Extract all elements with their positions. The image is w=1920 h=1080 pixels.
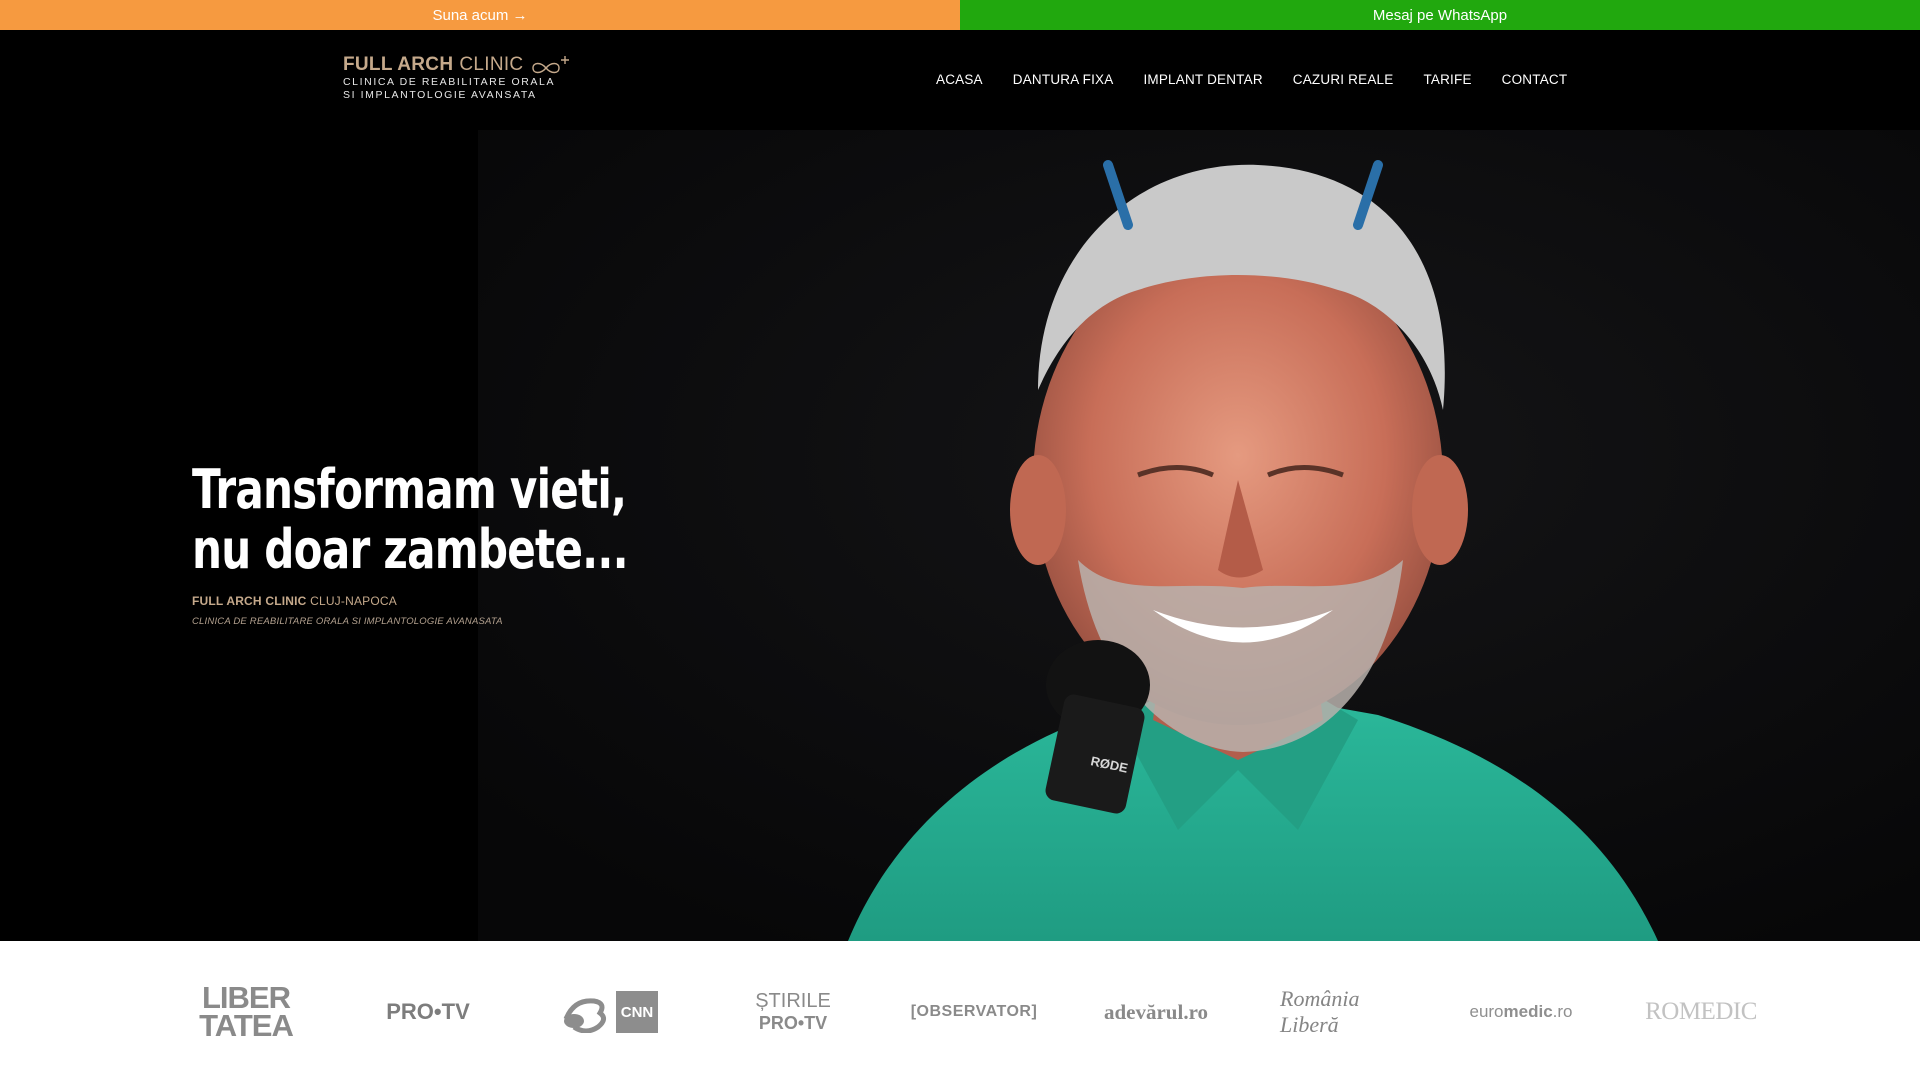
stirile-line2: PRO•TV — [758, 1013, 828, 1033]
hero-title-line2: nu doar zambete... — [192, 518, 629, 581]
romania-libera-logo: România Liberă — [1280, 986, 1360, 1037]
hero-title-line1: Transformam vieti, — [192, 458, 627, 521]
infinity-plus-icon — [532, 56, 570, 74]
romedic-logo: ROMEDIC — [1645, 998, 1757, 1025]
site-header: FULL ARCH CLINIC CLINICA DE REABILITARE … — [0, 30, 1920, 130]
euromedic-logo: euro medic .ro — [1462, 981, 1580, 1043]
nav-tarife[interactable]: TARIFE — [1423, 68, 1471, 92]
press-logos-strip: LIBER TATEA PRO•TV CNN ȘTIRILE PRO•TV [O… — [0, 941, 1920, 1080]
hero-section: RØDE Transformam vieti, nu doar zambete.… — [0, 130, 1920, 941]
clinic-logo[interactable]: FULL ARCH CLINIC CLINICA DE REABILITARE … — [343, 54, 583, 110]
libertatea-logo: LIBER TATEA — [199, 981, 294, 1043]
stirile-line1: ȘTIRILE — [755, 990, 831, 1012]
observator-logo: [OBSERVATOR] — [910, 1003, 1038, 1020]
protv-logo: PRO•TV — [386, 999, 470, 1024]
nav-contact[interactable]: CONTACT — [1502, 68, 1568, 92]
antena3-icon — [563, 998, 606, 1033]
call-now-button[interactable]: Suna acum → — [0, 0, 960, 30]
euromedic-suffix: .ro — [1552, 1002, 1573, 1021]
antena3-cnn-logo: CNN — [553, 981, 665, 1043]
logo-tagline-1: CLINICA DE REABILITARE ORALA — [343, 76, 556, 88]
nav-acasa[interactable]: ACASA — [936, 68, 983, 92]
euromedic-light: euro — [1469, 1002, 1504, 1021]
stirile-protv-logo: ȘTIRILE PRO•TV — [752, 981, 834, 1043]
hero-clinic-bold: FULL ARCH CLINIC — [192, 594, 307, 608]
main-nav: ACASA DANTURA FIXA IMPLANT DENTAR CAZURI… — [936, 68, 1567, 92]
hero-clinic-city: CLUJ-NAPOCA — [310, 594, 397, 608]
adevarul-logo: adevărul.ro — [1103, 999, 1209, 1024]
nav-implant-dentar[interactable]: IMPLANT DENTAR — [1143, 68, 1262, 92]
logo-tagline-2: SI IMPLANTOLOGIE AVANSATA — [343, 89, 537, 101]
logo-name-bold: FULL ARCH — [343, 54, 454, 75]
libertatea-line2: TATEA — [199, 1008, 294, 1043]
hero-clinic-name: FULL ARCH CLINIC CLUJ-NAPOCA — [192, 594, 712, 608]
whatsapp-button[interactable]: Mesaj pe WhatsApp — [960, 0, 1920, 30]
cta-bar: Suna acum → Mesaj pe WhatsApp — [0, 0, 1920, 30]
nav-dantura-fixa[interactable]: DANTURA FIXA — [1013, 68, 1114, 92]
cnn-box: CNN — [616, 991, 658, 1033]
nav-cazuri-reale[interactable]: CAZURI REALE — [1293, 68, 1394, 92]
hero-subtitle: CLINICA DE REABILITARE ORALA SI IMPLANTO… — [192, 616, 503, 627]
euromedic-bold: medic — [1503, 1002, 1553, 1021]
logo-wordmark: FULL ARCH CLINIC — [343, 54, 583, 76]
hero-text-block: Transformam vieti, nu doar zambete... FU… — [192, 458, 712, 628]
logo-name-light: CLINIC — [459, 54, 524, 75]
